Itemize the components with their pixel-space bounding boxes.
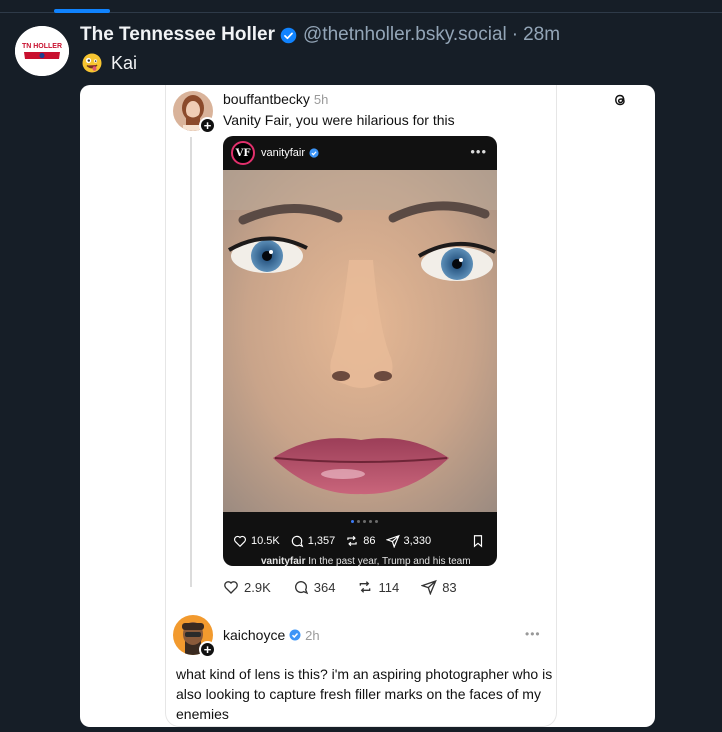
reply-more-icon: ••• [525, 627, 541, 641]
reply-time: 2h [305, 628, 320, 643]
active-tab-indicator [54, 9, 110, 13]
threads-logo-icon [615, 94, 625, 106]
instagram-shares-count: 3,330 [403, 535, 432, 547]
reply-user-line: kaichoyce 2h [223, 627, 320, 643]
threads-repost: 114 [357, 579, 399, 595]
instagram-caption-user: vanityfair [261, 556, 306, 566]
repost-icon [347, 535, 357, 547]
tn-holler-logo: TN HOLLER [15, 26, 69, 76]
original-poster-username: bouffantbecky [223, 91, 310, 107]
threads-likes-count: 2.9K [244, 579, 271, 595]
threads-card: + bouffantbecky 5h Vanity Fair, you were … [165, 85, 625, 727]
original-post-text: Vanity Fair, you were hilarious for this [223, 112, 455, 128]
instagram-actions: 10.5K 1,357 86 3,330 [223, 530, 497, 552]
instagram-more-icon: ••• [470, 144, 487, 159]
instagram-screenshot: VF vanityfair ••• 10.5K 1,357 86 3,330 v… [223, 136, 497, 566]
thread-line [190, 137, 192, 587]
vanity-fair-logo: VF [231, 141, 255, 165]
instagram-reposts-count: 86 [363, 535, 376, 547]
zany-face-icon [82, 53, 102, 73]
comment-icon [291, 535, 304, 548]
face-photo [223, 170, 497, 512]
instagram-share: 3,330 [385, 534, 432, 548]
post-header: The Tennessee Holler @thetnholler.bsky.s… [80, 22, 560, 48]
send-icon [421, 579, 438, 595]
author-avatar[interactable]: TN HOLLER [15, 26, 69, 76]
threads-reply: 364 [293, 579, 336, 595]
threads-reposts-count: 114 [378, 579, 400, 595]
author-handle[interactable]: @thetnholler.bsky.social [303, 24, 507, 46]
instagram-comment: 1,357 [290, 534, 336, 548]
repost-icon [360, 581, 371, 593]
heart-icon [234, 535, 246, 548]
embedded-image[interactable]: + bouffantbecky 5h Vanity Fair, you were … [80, 85, 655, 727]
original-poster-line: bouffantbecky 5h [223, 91, 328, 107]
follow-plus-icon[interactable]: + [199, 641, 216, 658]
threads-shares-count: 83 [442, 579, 457, 595]
follow-plus-icon[interactable]: + [199, 117, 216, 134]
comment-icon [294, 581, 308, 595]
svg-text:TN HOLLER: TN HOLLER [22, 43, 62, 50]
heart-icon [224, 581, 238, 594]
instagram-caption-text: In the past year, Trump and his team [308, 556, 471, 566]
threads-replies-count: 364 [313, 579, 336, 595]
separator: · [511, 24, 519, 45]
verified-badge-icon [280, 27, 297, 43]
instagram-username: vanityfair [261, 147, 306, 159]
author-name[interactable]: The Tennessee Holler [80, 24, 275, 46]
carousel-dots [351, 520, 378, 523]
original-post-time: 5h [313, 92, 329, 107]
send-icon [385, 534, 400, 548]
instagram-caption: vanityfair In the past year, Trump and h… [261, 556, 471, 566]
instagram-like: 10.5K [233, 534, 280, 548]
threads-share: 83 [421, 579, 457, 595]
post-body: Kai [111, 52, 138, 73]
instagram-verified-icon [309, 148, 319, 158]
post-time[interactable]: 28m [523, 24, 560, 46]
threads-like: 2.9K [223, 579, 271, 595]
post-text: Kai [82, 51, 137, 75]
verified-badge-icon [289, 629, 301, 641]
instagram-header: VF vanityfair [223, 136, 497, 170]
reply-text: what kind of lens is this? i'm an aspiri… [176, 666, 553, 722]
instagram-comments-count: 1,357 [307, 535, 336, 547]
instagram-repost: 86 [345, 534, 376, 548]
threads-post-actions: 2.9K 364 114 83 [223, 579, 479, 595]
instagram-likes-count: 10.5K [251, 535, 280, 547]
reply-username: kaichoyce [223, 627, 286, 643]
bookmark-icon [473, 535, 483, 548]
